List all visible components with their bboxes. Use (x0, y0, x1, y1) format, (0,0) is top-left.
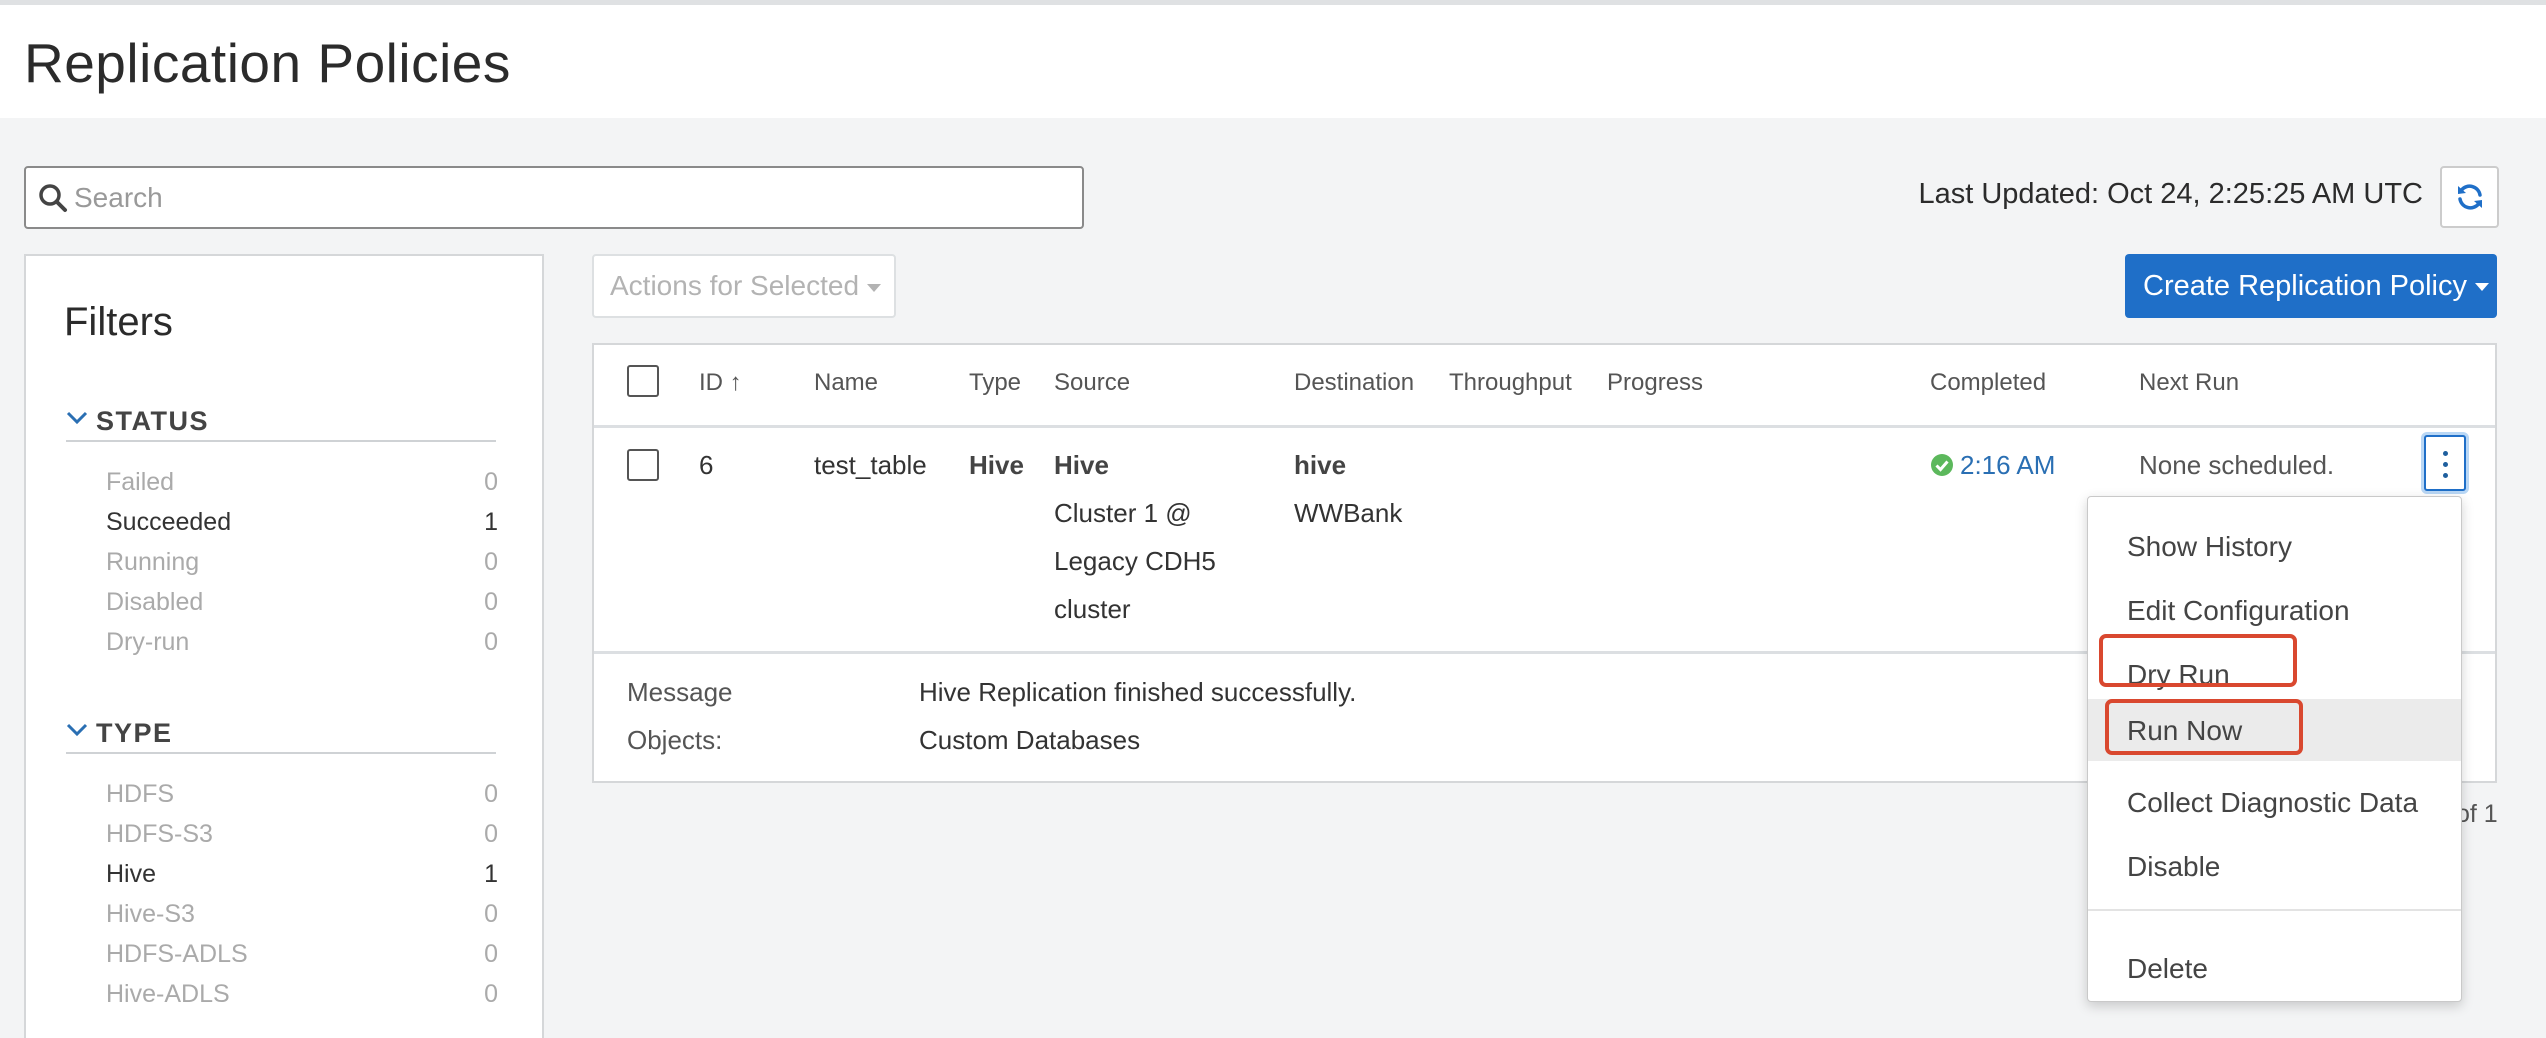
column-header-progress[interactable]: Progress (1607, 369, 1703, 397)
cell-id: 6 (699, 450, 714, 480)
menu-divider (2088, 909, 2461, 911)
refresh-button[interactable] (2440, 166, 2499, 228)
chevron-down-icon (66, 410, 88, 431)
caret-down-icon (2474, 283, 2489, 292)
header-divider (594, 425, 2495, 428)
highlight-box-dry-run (2099, 634, 2297, 687)
cell-source: Hive Cluster 1 @ Legacy CDH5 cluster (1054, 450, 1216, 624)
column-header-source[interactable]: Source (1054, 369, 1130, 397)
search-input[interactable] (74, 176, 1064, 220)
menu-item-collect-diagnostic-data[interactable]: Collect Diagnostic Data (2088, 771, 2461, 833)
select-all-checkbox[interactable] (627, 365, 659, 397)
page-header: Replication Policies (0, 5, 2546, 118)
filter-group-type[interactable]: TYPE (66, 714, 496, 754)
cell-type: Hive (969, 450, 1024, 480)
row-actions-button[interactable] (2424, 435, 2466, 491)
column-header-id[interactable]: ID ↑ (699, 369, 742, 397)
column-header-destination[interactable]: Destination (1294, 369, 1414, 397)
filters-title: Filters (64, 300, 173, 344)
kebab-icon (2443, 451, 2448, 456)
menu-item-delete[interactable]: Delete (2088, 937, 2461, 999)
menu-item-disable[interactable]: Disable (2088, 835, 2461, 897)
column-header-completed[interactable]: Completed (1930, 369, 2046, 397)
menu-item-show-history[interactable]: Show History (2088, 515, 2461, 577)
last-updated-text: Last Updated: Oct 24, 2:25:25 AM UTC (1918, 178, 2423, 210)
message-value: Hive Replication finished successfully. (919, 677, 1357, 707)
cell-completed[interactable]: 2:16 AM (1930, 450, 2055, 484)
search-box[interactable] (24, 166, 1084, 229)
objects-value: Custom Databases (919, 725, 1141, 755)
filter-item-hdfs-s3[interactable]: HDFS-S3 0 (106, 820, 498, 852)
caret-down-icon (867, 283, 882, 292)
filters-panel: Filters STATUS Failed 0 Succeeded 1 Runnin… (24, 254, 544, 1038)
filter-group-status[interactable]: STATUS (66, 402, 496, 442)
cell-next-run: None scheduled. (2139, 450, 2335, 480)
menu-item-edit-configuration[interactable]: Edit Configuration (2088, 579, 2461, 641)
column-header-name[interactable]: Name (814, 369, 878, 397)
page-title: Replication Policies (24, 32, 511, 94)
filter-item-disabled[interactable]: Disabled 0 (106, 588, 498, 620)
filter-item-hive-s3[interactable]: Hive-S3 0 (106, 900, 498, 932)
create-replication-policy-button[interactable]: Create Replication Policy (2125, 254, 2497, 318)
filter-item-failed[interactable]: Failed 0 (106, 468, 498, 500)
column-header-type[interactable]: Type (969, 369, 1021, 397)
objects-label: Objects: (627, 725, 723, 755)
filter-item-hdfs-adls[interactable]: HDFS-ADLS 0 (106, 940, 498, 972)
filter-item-hive[interactable]: Hive 1 (106, 860, 498, 892)
filter-item-succeeded[interactable]: Succeeded 1 (106, 508, 498, 540)
cell-destination: hive WWBank (1294, 450, 1403, 528)
filter-item-hive-adls[interactable]: Hive-ADLS 0 (106, 980, 498, 1012)
column-header-throughput[interactable]: Throughput (1449, 369, 1572, 397)
sort-ascending-icon: ↑ (729, 369, 742, 396)
chevron-down-icon (66, 722, 88, 743)
message-label: Message (627, 677, 733, 707)
filter-item-running[interactable]: Running 0 (106, 548, 498, 580)
row-checkbox[interactable] (627, 449, 659, 481)
cell-name: test_table (814, 450, 927, 480)
filter-group-label: STATUS (96, 406, 209, 436)
filter-item-hdfs[interactable]: HDFS 0 (106, 780, 498, 812)
highlight-box-run-now (2105, 699, 2303, 755)
pagination-text: of 1 (2456, 800, 2498, 828)
search-icon (38, 183, 68, 213)
filter-group-label: TYPE (96, 718, 173, 748)
completed-link[interactable]: 2:16 AM (1960, 450, 2055, 480)
filter-item-dry-run[interactable]: Dry-run 0 (106, 628, 498, 660)
column-header-next-run[interactable]: Next Run (2139, 369, 2239, 397)
actions-for-selected-button[interactable]: Actions for Selected (592, 254, 896, 318)
check-circle-icon (1930, 453, 1954, 484)
